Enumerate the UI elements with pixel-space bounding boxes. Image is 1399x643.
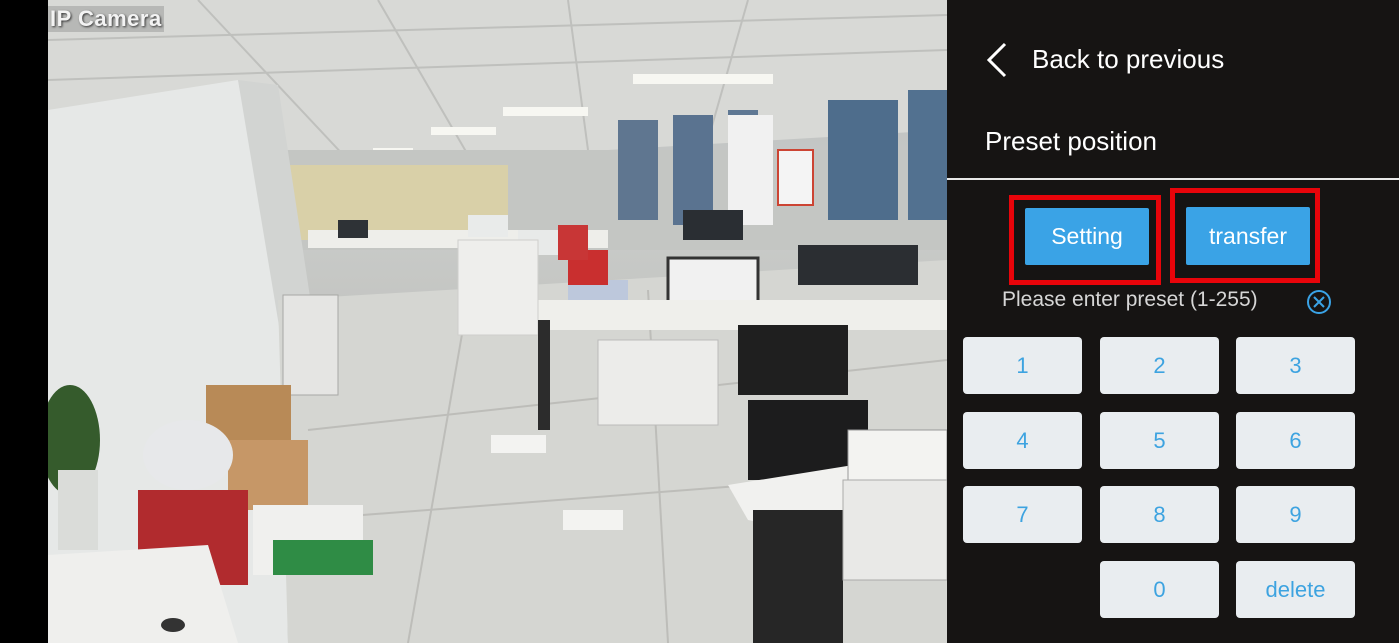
key-1[interactable]: 1 — [963, 337, 1082, 394]
back-button[interactable]: Back to previous — [1032, 44, 1224, 75]
camera-name-overlay: IP Camera — [48, 6, 164, 32]
preset-input-prompt[interactable]: Please enter preset (1-255) — [1002, 288, 1258, 312]
key-0[interactable]: 0 — [1100, 561, 1219, 618]
clear-circle-x-icon[interactable] — [1305, 288, 1333, 316]
key-6[interactable]: 6 — [1236, 412, 1355, 469]
preset-panel: Back to previous Preset position Setting… — [947, 0, 1399, 643]
key-4[interactable]: 4 — [963, 412, 1082, 469]
key-8[interactable]: 8 — [1100, 486, 1219, 543]
key-3[interactable]: 3 — [1236, 337, 1355, 394]
key-2[interactable]: 2 — [1100, 337, 1219, 394]
key-7[interactable]: 7 — [963, 486, 1082, 543]
camera-feed: IP Camera — [48, 0, 947, 643]
section-title: Preset position — [985, 126, 1157, 156]
key-5[interactable]: 5 — [1100, 412, 1219, 469]
office-scene-image — [48, 0, 947, 643]
chevron-left-icon[interactable] — [983, 42, 1013, 78]
key-9[interactable]: 9 — [1236, 486, 1355, 543]
transfer-button[interactable]: transfer — [1186, 207, 1310, 265]
divider — [947, 178, 1399, 180]
delete-key[interactable]: delete — [1236, 561, 1355, 618]
setting-button[interactable]: Setting — [1025, 208, 1149, 265]
